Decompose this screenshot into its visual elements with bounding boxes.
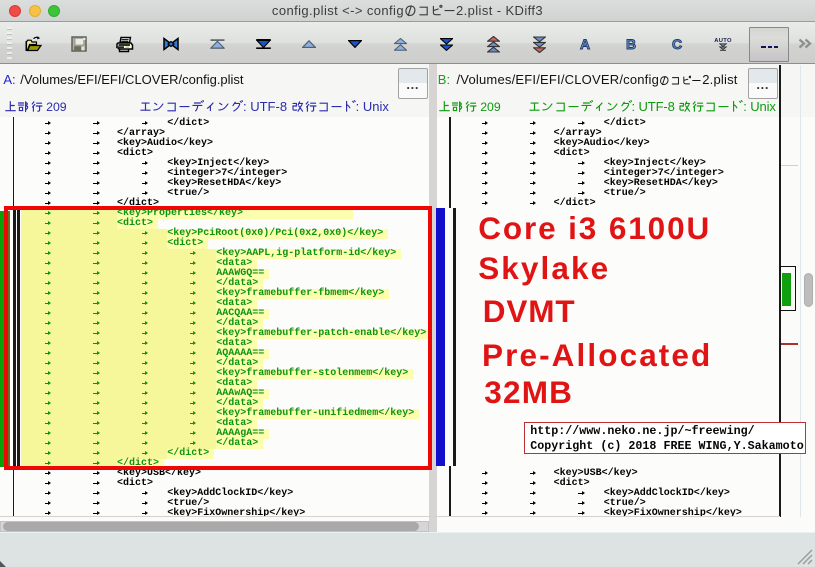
svg-text:A: A — [580, 36, 590, 52]
svg-text:B: B — [626, 36, 636, 52]
svg-text:AUTO: AUTO — [714, 38, 732, 44]
svg-text:C: C — [672, 36, 682, 52]
